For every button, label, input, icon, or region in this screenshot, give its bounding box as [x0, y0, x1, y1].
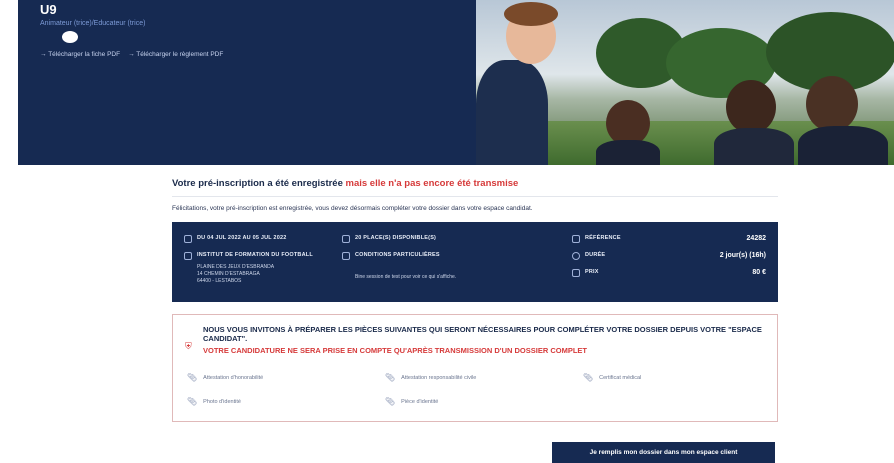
paperclip-icon: 📎︎ — [385, 397, 396, 406]
page: U9 Animateur (trice)/Educateur (trice) →… — [0, 0, 894, 463]
paperclip-icon: 📎︎ — [583, 373, 594, 382]
places-row: 20 PLACE(S) DISPONIBLE(S) — [342, 235, 436, 243]
page-subtitle: Animateur (trice)/Educateur (trice) — [40, 20, 146, 27]
shield-warning-icon: ⛨ — [185, 341, 192, 351]
download-links: → Télécharger la fiche PDF → Télécharger… — [40, 51, 480, 58]
reference-value: 24282 — [746, 235, 766, 242]
hero-banner: U9 Animateur (trice)/Educateur (trice) →… — [18, 0, 894, 165]
document-item: 📎︎ Pièce d'identité — [385, 397, 439, 406]
hero-text: U9 Animateur (trice)/Educateur (trice) →… — [40, 2, 480, 58]
notice-warning: mais elle n'a pas encore été transmise — [345, 178, 519, 189]
money-icon — [572, 269, 580, 277]
conditions-row: CONDITIONS PARTICULIÈRES — [342, 252, 440, 260]
conditions-text: Bine session de test pour voir ce qui s'… — [355, 274, 457, 280]
status-dot — [62, 31, 78, 43]
hero-photo — [476, 0, 894, 165]
people-icon — [342, 235, 350, 243]
document-item: 📎︎ Attestation responsabilité civile — [385, 373, 477, 382]
price-row: PRIX — [572, 269, 599, 277]
location-icon — [184, 252, 192, 260]
dates-row: DU 04 JUL 2022 AU 05 JUL 2022 — [184, 235, 286, 243]
document-item: 📎︎ Photo d'identité — [187, 397, 241, 406]
fill-dossier-button[interactable]: Je remplis mon dossier dans mon espace c… — [552, 442, 775, 463]
congrats-message: Félicitations, votre pré-inscription est… — [172, 205, 533, 212]
documents-heading: NOUS VOUS INVITONS À PRÉPARER LES PIÈCES… — [203, 325, 762, 343]
paperclip-icon: 📎︎ — [187, 397, 198, 406]
tag-icon — [572, 235, 580, 243]
notice-text: Votre pré-inscription a été enregistrée — [172, 178, 346, 189]
download-reglement-link[interactable]: → Télécharger le règlement PDF — [128, 51, 223, 58]
session-info-card: DU 04 JUL 2022 AU 05 JUL 2022 20 PLACE(S… — [172, 222, 778, 302]
documents-warning: VOTRE CANDIDATURE NE SERA PRISE EN COMPT… — [203, 346, 588, 355]
document-item: 📎︎ Certificat médical — [583, 373, 642, 382]
reference-row: RÉFÉRENCE — [572, 235, 766, 243]
required-documents-box: ⛨ NOUS VOUS INVITONS À PRÉPARER LES PIÈC… — [172, 314, 778, 422]
shield-icon — [342, 252, 350, 260]
document-item: 📎︎ Attestation d'honorabilité — [187, 373, 264, 382]
paperclip-icon: 📎︎ — [385, 373, 396, 382]
page-title: U9 — [40, 2, 57, 17]
calendar-icon — [184, 235, 192, 243]
download-fiche-link[interactable]: → Télécharger la fiche PDF — [40, 51, 120, 58]
duration-value: 2 jour(s) (16h) — [719, 252, 766, 259]
clock-icon — [572, 252, 580, 260]
price-value: 80 € — [752, 269, 766, 276]
main-content: Votre pré-inscription a été enregistrée … — [172, 170, 778, 422]
registration-notice: Votre pré-inscription a été enregistrée … — [172, 170, 778, 197]
institute-row: INSTITUT DE FORMATION DU FOOTBALL PLAINE… — [184, 252, 313, 285]
duration-row: DURÉE — [572, 252, 605, 260]
paperclip-icon: 📎︎ — [187, 373, 198, 382]
